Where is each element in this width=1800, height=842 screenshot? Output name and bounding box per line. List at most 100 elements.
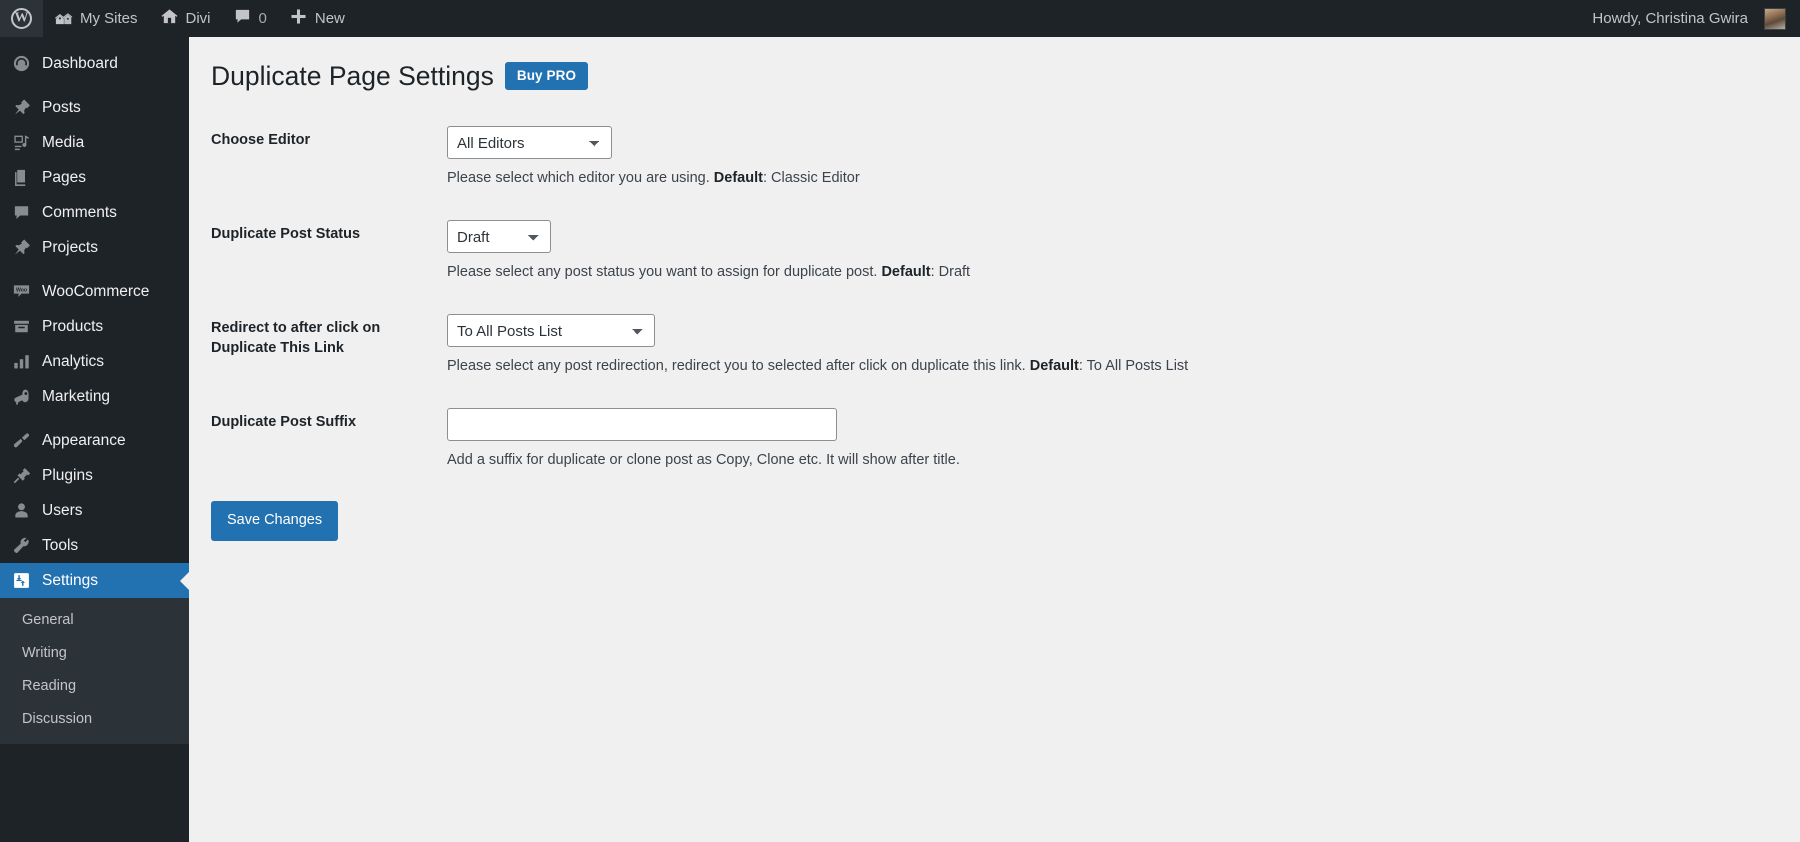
products-box-icon xyxy=(11,316,32,337)
field-cell-redirect-after-duplicate: To All Posts List Please select any post… xyxy=(437,299,1780,393)
comment-bubble-icon xyxy=(11,202,32,223)
new-content-menu[interactable]: New xyxy=(278,0,356,37)
submenu-item-general[interactable]: General xyxy=(0,604,189,637)
dashboard-gauge-icon xyxy=(11,53,32,74)
field-label-choose-editor: Choose Editor xyxy=(211,132,311,149)
sidebar-item-comments[interactable]: Comments xyxy=(0,195,189,230)
sidebar-item-products[interactable]: Products xyxy=(0,309,189,344)
description-default-label: Default xyxy=(713,170,763,187)
comments-menu[interactable]: 0 xyxy=(222,0,278,37)
sidebar-item-appearance[interactable]: Appearance xyxy=(0,423,189,458)
field-description-duplicate-post-status: Please select any post status you want t… xyxy=(447,262,1770,284)
table-row: Choose Editor All Editors Please select … xyxy=(211,111,1780,205)
sidebar-item-projects[interactable]: Projects xyxy=(0,230,189,265)
sidebar-item-label: Analytics xyxy=(42,352,105,370)
avatar xyxy=(1764,7,1786,30)
duplicate-post-status-select[interactable]: Draft xyxy=(447,220,551,254)
sidebar-item-marketing[interactable]: Marketing xyxy=(0,379,189,414)
sidebar-item-label: Users xyxy=(42,501,83,519)
submenu-item-discussion[interactable]: Discussion xyxy=(0,703,189,736)
save-changes-button[interactable]: Save Changes xyxy=(211,501,339,541)
sidebar-item-plugins[interactable]: Plugins xyxy=(0,458,189,493)
home-icon xyxy=(160,7,179,30)
submenu-item-reading[interactable]: Reading xyxy=(0,670,189,703)
sidebar-item-posts[interactable]: Posts xyxy=(0,90,189,125)
description-text: Please select which editor you are using… xyxy=(447,170,714,187)
admin-bar-right: Howdy, Christina Gwira xyxy=(1581,0,1800,37)
page-title-text: Duplicate Page Settings xyxy=(211,61,494,91)
sidebar-item-analytics[interactable]: Analytics xyxy=(0,344,189,379)
sidebar-item-media[interactable]: Media xyxy=(0,125,189,160)
sidebar-item-dashboard[interactable]: Dashboard xyxy=(0,46,189,81)
sidebar-item-label: Marketing xyxy=(42,387,111,405)
admin-sidebar-menu: Dashboard Posts Media Pages Comments Pro… xyxy=(0,37,189,842)
sidebar-item-label: Appearance xyxy=(42,431,126,449)
pin-icon xyxy=(11,237,32,258)
sidebar-item-label: Dashboard xyxy=(42,54,118,72)
sidebar-item-label: Pages xyxy=(42,168,86,186)
submit-row: Save Changes xyxy=(211,486,1780,541)
my-sites-label: My Sites xyxy=(80,10,138,27)
admin-bar: My Sites Divi 0 New Howdy, Chris xyxy=(0,0,1800,37)
duplicate-page-settings-form: Choose Editor All Editors Please select … xyxy=(211,111,1780,541)
description-default-value: : Draft xyxy=(930,264,971,281)
my-account-menu[interactable]: Howdy, Christina Gwira xyxy=(1581,0,1800,37)
redirect-after-duplicate-select[interactable]: To All Posts List xyxy=(447,313,655,347)
sidebar-item-users[interactable]: Users xyxy=(0,493,189,528)
paintbrush-icon xyxy=(11,430,32,451)
site-name-menu[interactable]: Divi xyxy=(149,0,222,37)
field-cell-duplicate-post-status: Draft Please select any post status you … xyxy=(437,205,1780,299)
sidebar-item-label: Plugins xyxy=(42,466,93,484)
woocommerce-icon: Woo xyxy=(11,281,32,302)
sidebar-item-label: Media xyxy=(42,133,85,151)
my-sites-icon xyxy=(54,7,73,30)
table-row: Duplicate Post Suffix Add a suffix for d… xyxy=(211,393,1780,487)
sidebar-item-label: Projects xyxy=(42,238,98,256)
menu-separator xyxy=(0,265,189,274)
comment-bubble-icon xyxy=(233,7,252,30)
site-name-label: Divi xyxy=(185,10,211,27)
settings-form-table: Choose Editor All Editors Please select … xyxy=(211,111,1780,486)
description-default-value: : Classic Editor xyxy=(762,170,860,187)
wordpress-logo-menu[interactable] xyxy=(0,0,43,37)
field-description-redirect-after-duplicate: Please select any post redirection, redi… xyxy=(447,356,1770,378)
sidebar-item-label: Settings xyxy=(42,571,99,589)
sidebar-item-woocommerce[interactable]: Woo WooCommerce xyxy=(0,274,189,309)
field-description-choose-editor: Please select which editor you are using… xyxy=(447,168,1770,190)
menu-separator xyxy=(0,81,189,90)
sidebar-item-label: Comments xyxy=(42,203,117,221)
howdy-label: Howdy, Christina Gwira xyxy=(1592,10,1748,27)
plug-icon xyxy=(11,465,32,486)
field-description-duplicate-post-suffix: Add a suffix for duplicate or clone post… xyxy=(447,450,1770,472)
sidebar-item-pages[interactable]: Pages xyxy=(0,160,189,195)
wordpress-logo-icon xyxy=(11,8,32,29)
field-cell-choose-editor: All Editors Please select which editor y… xyxy=(437,111,1780,205)
field-cell-duplicate-post-suffix: Add a suffix for duplicate or clone post… xyxy=(437,393,1780,487)
field-label-duplicate-post-suffix: Duplicate Post Suffix xyxy=(211,413,357,430)
sidebar-item-label: Tools xyxy=(42,536,79,554)
submenu-item-writing[interactable]: Writing xyxy=(0,637,189,670)
page-title: Duplicate Page Settings Buy PRO xyxy=(211,59,1780,93)
menu-separator xyxy=(0,414,189,423)
sidebar-item-tools[interactable]: Tools xyxy=(0,528,189,563)
my-sites-menu[interactable]: My Sites xyxy=(43,0,149,37)
menu-spacer xyxy=(0,37,189,46)
description-text: Add a suffix for duplicate or clone post… xyxy=(447,451,960,468)
duplicate-post-suffix-input[interactable] xyxy=(447,407,837,441)
sidebar-item-label: WooCommerce xyxy=(42,282,150,300)
sidebar-item-settings[interactable]: Settings xyxy=(0,563,189,598)
megaphone-icon xyxy=(11,386,32,407)
description-text: Please select any post status you want t… xyxy=(447,264,882,281)
user-icon xyxy=(11,500,32,521)
settings-submenu: General Writing Reading Discussion xyxy=(0,598,189,745)
table-row: Duplicate Post Status Draft Please selec… xyxy=(211,205,1780,299)
settings-sliders-icon xyxy=(11,570,32,591)
buy-pro-button[interactable]: Buy PRO xyxy=(504,61,589,91)
description-default-value: : To All Posts List xyxy=(1078,357,1189,374)
table-row: Redirect to after click on Duplicate Thi… xyxy=(211,299,1780,393)
choose-editor-select[interactable]: All Editors xyxy=(447,126,612,160)
analytics-bars-icon xyxy=(11,351,32,372)
pin-icon xyxy=(11,97,32,118)
sidebar-item-label: Posts xyxy=(42,98,81,116)
media-music-icon xyxy=(11,132,32,153)
